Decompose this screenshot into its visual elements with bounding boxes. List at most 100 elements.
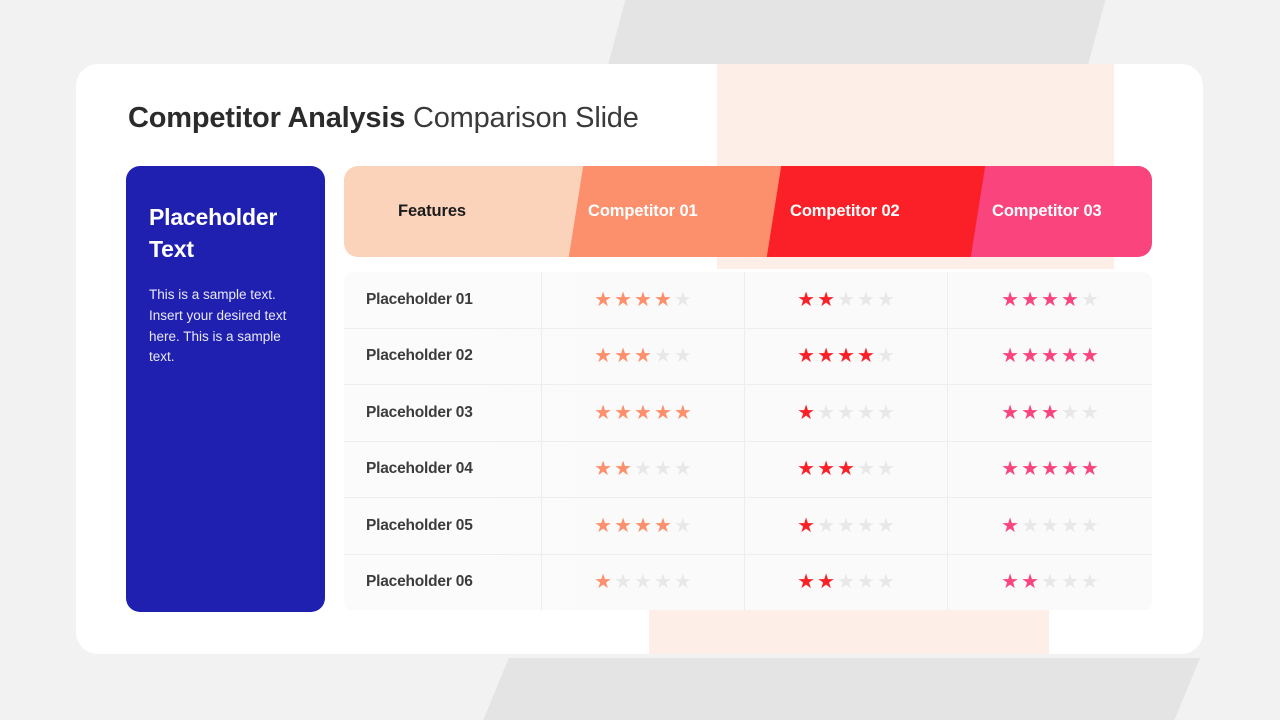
- rating-cell: ★ ★ ★ ★ ★: [745, 385, 948, 441]
- background-shape-bottom: [480, 658, 1200, 720]
- star-icon: ★: [876, 458, 895, 481]
- star-icon: ★: [673, 345, 692, 368]
- star-icon: ★: [594, 514, 613, 537]
- table-row-label: Placeholder 01: [344, 272, 542, 328]
- star-icon: ★: [614, 514, 633, 537]
- side-panel-heading: Placeholder Text: [149, 204, 278, 262]
- table-row-label: Placeholder 02: [344, 328, 542, 384]
- star-icon: ★: [594, 345, 613, 368]
- star-icon: ★: [1080, 345, 1099, 368]
- table-row: Placeholder 02 ★ ★ ★ ★ ★ ★ ★ ★ ★ ★ ★ ★ ★ ★ ★: [344, 328, 1152, 385]
- star-icon: ★: [837, 345, 855, 368]
- column-header-competitor-02-label: Competitor 02: [790, 202, 900, 220]
- rating-cell: ★ ★ ★ ★ ★: [948, 329, 1152, 385]
- star-icon: ★: [797, 571, 816, 594]
- star-icon: ★: [1021, 458, 1040, 481]
- star-icon: ★: [1021, 571, 1040, 594]
- table-row: Placeholder 05 ★ ★ ★ ★ ★ ★ ★ ★ ★ ★ ★ ★ ★ ★ ★: [344, 498, 1152, 555]
- star-icon: ★: [673, 288, 692, 311]
- table-row-label: Placeholder 03: [344, 385, 542, 441]
- star-icon: ★: [1060, 288, 1079, 311]
- rating-cell: ★ ★ ★ ★ ★: [948, 385, 1152, 441]
- star-icon: ★: [653, 514, 672, 537]
- star-icon: ★: [614, 401, 633, 424]
- star-icon: ★: [1001, 288, 1020, 311]
- star-icon: ★: [1041, 514, 1059, 537]
- star-icon: ★: [614, 345, 633, 368]
- star-icon: ★: [594, 571, 613, 594]
- table-row-label: Placeholder 06: [344, 554, 542, 610]
- star-icon: ★: [876, 345, 895, 368]
- star-icon: ★: [817, 514, 836, 537]
- star-icon: ★: [1080, 458, 1099, 481]
- star-icon: ★: [634, 288, 652, 311]
- star-icon: ★: [856, 345, 875, 368]
- star-icon: ★: [1001, 514, 1020, 537]
- star-icon: ★: [817, 571, 836, 594]
- star-icon: ★: [837, 288, 855, 311]
- star-icon: ★: [1001, 401, 1020, 424]
- star-icon: ★: [856, 401, 875, 424]
- table-row: Placeholder 03 ★ ★ ★ ★ ★ ★ ★ ★ ★ ★ ★ ★ ★ ★ ★: [344, 385, 1152, 442]
- star-icon: ★: [1041, 458, 1059, 481]
- table-row: Placeholder 04 ★ ★ ★ ★ ★ ★ ★ ★ ★ ★ ★ ★ ★ ★ ★: [344, 441, 1152, 498]
- star-icon: ★: [634, 458, 652, 481]
- star-icon: ★: [1060, 401, 1079, 424]
- star-icon: ★: [653, 571, 672, 594]
- column-header-competitor-02[interactable]: Competitor 02: [756, 166, 986, 257]
- star-icon: ★: [673, 514, 692, 537]
- column-header-competitor-01-label: Competitor 01: [588, 202, 698, 220]
- star-icon: ★: [614, 288, 633, 311]
- comparison-table-header: Features Competitor 01 Competitor 02 Com…: [344, 166, 1152, 257]
- rating-cell: ★ ★ ★ ★ ★: [948, 442, 1152, 498]
- star-icon: ★: [653, 401, 672, 424]
- slide-card: Competitor Analysis Comparison Slide Pla…: [76, 64, 1203, 654]
- star-icon: ★: [1080, 571, 1099, 594]
- star-icon: ★: [876, 401, 895, 424]
- star-icon: ★: [837, 514, 855, 537]
- star-icon: ★: [797, 514, 816, 537]
- rating-cell: ★ ★ ★ ★ ★: [948, 498, 1152, 554]
- side-panel: Placeholder Text This is a sample text. …: [126, 166, 325, 612]
- star-icon: ★: [1080, 514, 1099, 537]
- star-icon: ★: [653, 458, 672, 481]
- star-icon: ★: [673, 571, 692, 594]
- star-icon: ★: [1021, 345, 1040, 368]
- star-icon: ★: [1001, 458, 1020, 481]
- star-icon: ★: [817, 401, 836, 424]
- column-header-features[interactable]: Features: [344, 166, 584, 257]
- star-icon: ★: [1041, 571, 1059, 594]
- column-header-competitor-01[interactable]: Competitor 01: [558, 166, 782, 257]
- column-header-competitor-03[interactable]: Competitor 03: [960, 166, 1152, 257]
- star-icon: ★: [614, 458, 633, 481]
- star-icon: ★: [634, 571, 652, 594]
- star-icon: ★: [876, 571, 895, 594]
- star-icon: ★: [1060, 514, 1079, 537]
- star-icon: ★: [797, 288, 816, 311]
- star-icon: ★: [594, 401, 613, 424]
- star-icon: ★: [653, 288, 672, 311]
- star-icon: ★: [594, 288, 613, 311]
- rating-cell: ★ ★ ★ ★ ★: [542, 385, 745, 441]
- star-icon: ★: [1001, 345, 1020, 368]
- star-icon: ★: [634, 345, 652, 368]
- star-icon: ★: [817, 458, 836, 481]
- star-icon: ★: [817, 288, 836, 311]
- star-icon: ★: [1001, 571, 1020, 594]
- rating-cell: ★ ★ ★ ★ ★: [542, 272, 745, 328]
- star-icon: ★: [856, 571, 875, 594]
- star-icon: ★: [634, 514, 652, 537]
- star-icon: ★: [797, 458, 816, 481]
- star-icon: ★: [817, 345, 836, 368]
- rating-cell: ★ ★ ★ ★ ★: [542, 498, 745, 554]
- star-icon: ★: [876, 288, 895, 311]
- column-header-competitor-03-label: Competitor 03: [992, 202, 1102, 220]
- rating-cell: ★ ★ ★ ★ ★: [745, 498, 948, 554]
- rating-cell: ★ ★ ★ ★ ★: [542, 328, 745, 384]
- star-icon: ★: [856, 514, 875, 537]
- table-row-label: Placeholder 04: [344, 441, 542, 497]
- table-row: Placeholder 01 ★ ★ ★ ★ ★ ★ ★ ★ ★ ★ ★ ★ ★ ★ ★: [344, 272, 1152, 329]
- star-icon: ★: [837, 458, 855, 481]
- star-icon: ★: [876, 514, 895, 537]
- rating-cell: ★ ★ ★ ★ ★: [745, 441, 948, 497]
